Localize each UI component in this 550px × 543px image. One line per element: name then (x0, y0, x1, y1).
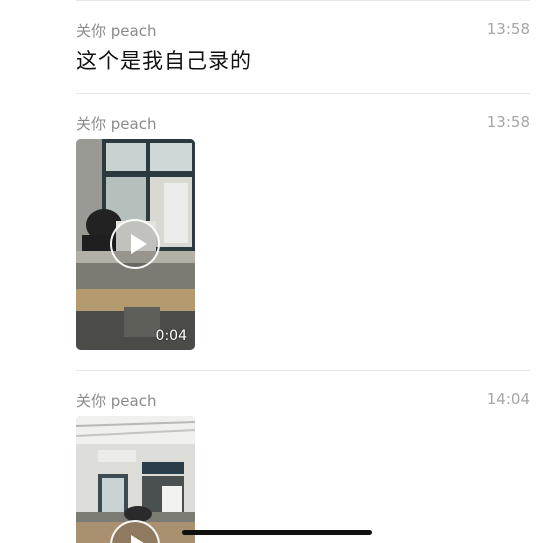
video-thumbnail[interactable] (76, 416, 195, 543)
message-time: 13:58 (486, 20, 530, 38)
home-indicator[interactable] (182, 530, 372, 535)
sender-name: 关你 peach (76, 22, 157, 40)
message-time: 14:04 (486, 390, 530, 408)
message-text[interactable]: 这个是我自己录的 (76, 45, 252, 75)
sender-name: 关你 peach (76, 392, 157, 410)
message-divider (76, 370, 530, 371)
top-divider (76, 0, 530, 1)
play-icon[interactable] (110, 219, 160, 269)
video-duration: 0:04 (155, 328, 187, 344)
message-divider (76, 93, 530, 94)
video-thumbnail[interactable]: 0:04 (76, 139, 195, 350)
message-time: 13:58 (486, 113, 530, 131)
sender-name: 关你 peach (76, 115, 157, 133)
